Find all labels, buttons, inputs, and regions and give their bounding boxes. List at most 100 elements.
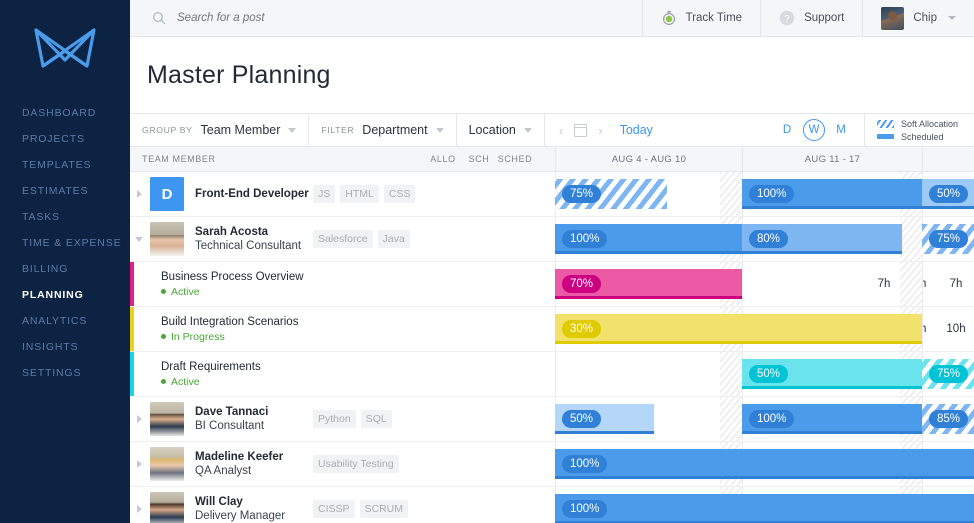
allocation-bar[interactable] — [742, 449, 922, 479]
allocation-bar[interactable]: 100% — [555, 449, 742, 479]
timeline-cell[interactable]: 50% 75% — [555, 352, 974, 396]
allocation-bar[interactable]: 85% — [922, 404, 974, 434]
allocation-bar[interactable]: 50% — [742, 359, 922, 389]
timeline-cell[interactable]: 100% — [555, 442, 974, 486]
allocation-bar[interactable]: 50% — [922, 179, 974, 209]
skill-tag[interactable]: Usability Testing — [313, 455, 399, 473]
allocation-percent-badge: 75% — [562, 185, 601, 203]
help-icon: ? — [779, 10, 795, 26]
prev-period-button[interactable]: ‹ — [559, 123, 563, 138]
avatar — [150, 222, 184, 256]
skill-tag[interactable]: HTML — [340, 185, 379, 203]
timeline-cell[interactable]: 100% — [555, 487, 974, 523]
sidebar-item-time-expense[interactable]: TIME & EXPENSE — [0, 230, 130, 256]
skill-tag[interactable]: Java — [378, 230, 410, 248]
timeline-cell[interactable]: 75% 100%50% — [555, 172, 974, 216]
search-zone[interactable] — [130, 0, 643, 36]
sidebar-item-billing[interactable]: BILLING — [0, 256, 130, 282]
location-control[interactable]: Location — [457, 113, 545, 147]
skill-tag[interactable]: CISSP — [313, 500, 355, 518]
zoom-option-day[interactable]: D — [776, 119, 798, 141]
week-gridline — [555, 352, 742, 396]
skill-tag[interactable]: SQL — [361, 410, 392, 428]
scheduled-underline — [922, 206, 974, 210]
row-expander[interactable] — [130, 190, 148, 198]
task-row[interactable]: Business Process OverviewActive7h7h7h70% — [130, 262, 974, 307]
task-title: Build Integration Scenarios — [161, 315, 326, 330]
allocation-bar[interactable]: 70% — [555, 269, 742, 299]
track-time-label: Track Time — [686, 12, 742, 24]
scheduled-underline — [742, 341, 922, 345]
track-time-button[interactable]: Track Time — [643, 0, 761, 36]
task-row[interactable]: Build Integration ScenariosIn Progress3h… — [130, 307, 974, 352]
member-identity: Will ClayDelivery Manager — [195, 495, 313, 523]
app-root: DASHBOARD PROJECTS TEMPLATES ESTIMATES T… — [0, 0, 974, 523]
skill-tag[interactable]: JS — [313, 185, 335, 203]
support-button[interactable]: ? Support — [761, 0, 863, 36]
row-expander[interactable] — [130, 415, 148, 423]
task-row[interactable]: Draft RequirementsActive3h3h10h50%75% — [130, 352, 974, 397]
filter-control[interactable]: FILTER Department — [309, 113, 456, 147]
sidebar-item-estimates[interactable]: ESTIMATES — [0, 178, 130, 204]
row-expander[interactable] — [130, 505, 148, 513]
allocation-bar[interactable]: 75% — [555, 179, 667, 209]
user-menu[interactable]: Chip — [863, 0, 974, 36]
chevron-right-icon — [137, 460, 142, 468]
sidebar-item-dashboard[interactable]: DASHBOARD — [0, 100, 130, 126]
skill-tag[interactable]: Python — [313, 410, 356, 428]
timeline-cell[interactable]: 100%80% 75% — [555, 217, 974, 261]
timeline-cell[interactable]: 50% 100% 85% — [555, 397, 974, 441]
timeline-cell[interactable]: 30% — [555, 307, 974, 351]
sidebar-item-tasks[interactable]: TASKS — [0, 204, 130, 230]
today-button[interactable]: Today — [620, 123, 653, 137]
planning-rows: DFront-End DeveloperJSHTMLCSS75%100%50%S… — [130, 172, 974, 523]
zoom-option-week[interactable]: W — [803, 119, 825, 141]
next-period-button[interactable]: › — [598, 123, 602, 138]
sidebar-item-planning[interactable]: PLANNING — [0, 282, 130, 308]
sidebar-item-templates[interactable]: TEMPLATES — [0, 152, 130, 178]
row-expander[interactable] — [130, 460, 148, 468]
group-by-control[interactable]: GROUP BY Team Member — [130, 113, 309, 147]
scheduled-underline — [742, 386, 922, 390]
column-header-sch: SCH — [461, 154, 497, 164]
task-identity: Business Process OverviewActive — [161, 270, 326, 299]
member-row[interactable]: Will ClayDelivery ManagerCISSP SCRUM 100% — [130, 487, 974, 523]
allocation-bar[interactable]: 75% — [922, 224, 974, 254]
timeline-cell[interactable]: 70% — [555, 262, 974, 306]
skill-tag[interactable]: SCRUM — [360, 500, 409, 518]
allocation-bar[interactable] — [742, 494, 922, 523]
allocation-bar[interactable]: 100% — [555, 224, 742, 254]
member-row[interactable]: Sarah AcostaTechnical ConsultantSalesfor… — [130, 217, 974, 262]
legend-item-soft-allocation: Soft Allocation — [877, 119, 964, 129]
allocation-bar[interactable]: 100% — [742, 404, 922, 434]
group-by-value: Team Member — [201, 123, 281, 137]
member-row[interactable]: Madeline KeeferQA AnalystUsability Testi… — [130, 442, 974, 487]
app-logo[interactable] — [0, 0, 130, 96]
search-input[interactable] — [177, 12, 417, 24]
sidebar-item-insights[interactable]: INSIGHTS — [0, 334, 130, 360]
member-row[interactable]: Dave TannaciBI ConsultantPythonSQL50%100… — [130, 397, 974, 442]
allocation-bar[interactable]: 30% — [555, 314, 742, 344]
sidebar-item-settings[interactable]: SETTINGS — [0, 360, 130, 386]
task-status-label: In Progress — [171, 330, 225, 344]
allocation-bar[interactable]: 50% — [555, 404, 654, 434]
allocation-percent-badge: 75% — [929, 365, 968, 383]
allocation-bar[interactable]: 100% — [555, 494, 742, 523]
allocation-bar-fill — [922, 449, 974, 479]
member-row[interactable]: DFront-End DeveloperJSHTMLCSS75%100%50% — [130, 172, 974, 217]
allocation-bar[interactable] — [922, 449, 974, 479]
allocation-bar[interactable] — [922, 494, 974, 523]
allocation-percent-badge: 100% — [749, 410, 794, 428]
allocation-percent-badge: 100% — [562, 455, 607, 473]
calendar-icon[interactable] — [574, 124, 587, 137]
allocation-bar[interactable]: 80% — [742, 224, 902, 254]
allocation-bar[interactable]: 75% — [922, 359, 974, 389]
row-expander[interactable] — [130, 237, 148, 242]
zoom-option-month[interactable]: M — [830, 119, 852, 141]
skill-tag[interactable]: Salesforce — [313, 230, 373, 248]
sidebar-item-projects[interactable]: PROJECTS — [0, 126, 130, 152]
allocation-bar[interactable]: 100% — [742, 179, 922, 209]
sidebar-item-analytics[interactable]: ANALYTICS — [0, 308, 130, 334]
allocation-bar[interactable] — [742, 314, 922, 344]
skill-tag[interactable]: CSS — [384, 185, 416, 203]
